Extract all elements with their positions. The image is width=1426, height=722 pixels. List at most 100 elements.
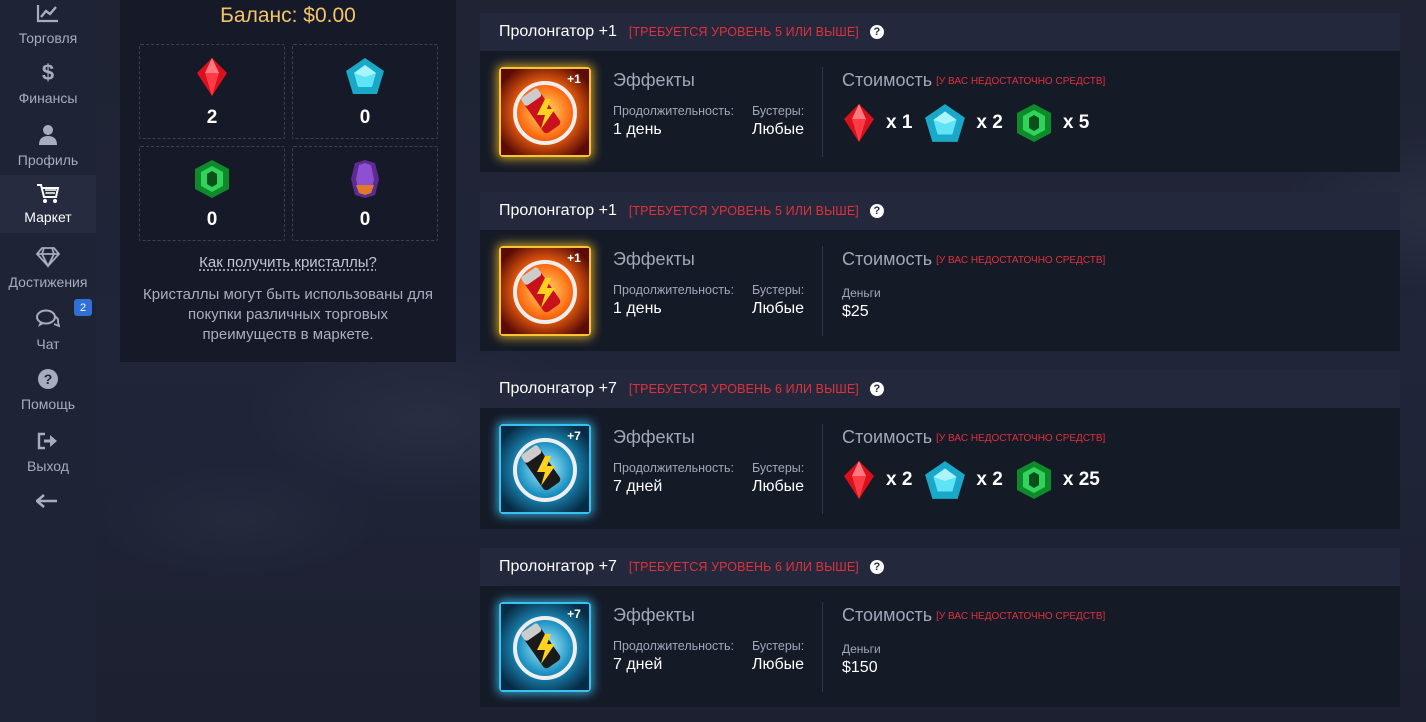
red-crystal-icon: [195, 57, 229, 102]
price-blue: x 2: [976, 112, 1003, 133]
market-item-body: +1 Эффекты Продолжительность: 1 день Бус…: [480, 51, 1400, 172]
cost-label: Стоимость [У ВАС НЕДОСТАТОЧНО СРЕДСТВ]: [842, 427, 1105, 448]
insufficient-funds-warning: [У ВАС НЕДОСТАТОЧНО СРЕДСТВ]: [936, 611, 1106, 622]
nav-label: Торговля: [18, 30, 78, 46]
chart-icon: [36, 0, 60, 28]
market-item-body: +1 Эффекты Продолжительность: 1 день Бус…: [480, 230, 1400, 351]
prolongator-plus-7-image: +7: [499, 602, 591, 692]
item-title: Пролонгатор +1: [499, 23, 617, 40]
crystal-tile-blue: 0: [292, 44, 438, 139]
cart-icon: [36, 181, 60, 207]
help-icon[interactable]: ?: [869, 560, 884, 574]
duration-value: 7 дней: [613, 656, 663, 673]
help-icon[interactable]: ?: [869, 382, 884, 396]
cost-text: Стоимость: [842, 70, 933, 90]
item-title: Пролонгатор +7: [499, 558, 617, 575]
help-icon[interactable]: ?: [869, 25, 884, 39]
boosters-value: Любые: [752, 121, 805, 138]
effects-label: Эффекты: [613, 605, 695, 625]
market-item-header: Пролонгатор +7 [ТРЕБУЕТСЯ УРОВЕНЬ 6 ИЛИ …: [480, 370, 1400, 408]
price-green: x 5: [1062, 112, 1090, 133]
money-price[interactable]: $150: [842, 659, 878, 677]
boosters-label: Бустеры:: [752, 283, 805, 297]
item-title: Пролонгатор +7: [499, 380, 617, 397]
item-badge: +7: [567, 607, 581, 621]
boosters-label: Бустеры:: [752, 461, 805, 475]
effects-label: Эффекты: [613, 70, 695, 90]
insufficient-funds-warning: [У ВАС НЕДОСТАТОЧНО СРЕДСТВ]: [936, 255, 1106, 266]
diamond-icon: [35, 242, 61, 272]
market-item-header: Пролонгатор +1 [ТРЕБУЕТСЯ УРОВЕНЬ 5 ИЛИ …: [480, 192, 1400, 230]
market-item-body: +7 Эффекты Продолжительность: 7 дней Бус…: [480, 408, 1400, 529]
insufficient-funds-warning: [У ВАС НЕДОСТАТОЧНО СРЕДСТВ]: [936, 433, 1106, 444]
prolongator-plus-7-image: +7: [499, 424, 591, 514]
nav-label: Профиль: [17, 152, 79, 168]
price-red: x 1: [886, 112, 913, 133]
price-red: x 2: [886, 469, 913, 490]
green-crystal-icon: [193, 159, 231, 204]
insufficient-funds-warning: [У ВАС НЕДОСТАТОЧНО СРЕДСТВ]: [936, 76, 1106, 87]
duration-label: Продолжительность:: [613, 639, 734, 653]
help-icon: ?: [37, 364, 59, 394]
cost-label: Стоимость [У ВАС НЕДОСТАТОЧНО СРЕДСТВ]: [842, 249, 1105, 270]
duration-value: 1 день: [613, 121, 662, 138]
crystals-description: Кристаллы могут быть использованы для по…: [143, 286, 433, 343]
crystal-price[interactable]: x 2 x 2 x 25: [842, 460, 1112, 500]
red-crystal-icon: [844, 461, 874, 499]
market-item-header: Пролонгатор +7 [ТРЕБУЕТСЯ УРОВЕНЬ 6 ИЛИ …: [480, 548, 1400, 586]
nav-item-achievements[interactable]: Достижения: [0, 242, 96, 302]
green-crystal-icon: [1016, 104, 1051, 142]
crystal-tile-purple: 0: [292, 146, 438, 241]
nav-item-profile[interactable]: Профиль: [0, 120, 96, 180]
cost-label: Стоимость [У ВАС НЕДОСТАТОЧНО СРЕДСТВ]: [842, 605, 1105, 626]
nav-item-logout[interactable]: Выход: [0, 426, 96, 486]
money-label: Деньги: [842, 642, 881, 656]
nav-item-market[interactable]: Маркет: [0, 175, 96, 233]
crystal-tile-red: 2: [139, 44, 285, 139]
how-to-get-crystals-link[interactable]: Как получить кристаллы?: [120, 254, 456, 271]
market-item: Пролонгатор +1 [ТРЕБУЕТСЯ УРОВЕНЬ 5 ИЛИ …: [480, 192, 1400, 351]
red-crystal-icon: [844, 104, 874, 142]
boosters-label: Бустеры:: [752, 639, 805, 653]
nav-item-finance[interactable]: $ Финансы: [0, 58, 96, 118]
divider: [822, 602, 823, 692]
sidebar: Торговля $ Финансы Профиль Маркет Достиж…: [0, 0, 96, 722]
crystal-count: 0: [359, 107, 371, 128]
green-crystal-icon: [1016, 461, 1051, 499]
blue-crystal-icon: [925, 461, 966, 499]
money-label: Деньги: [842, 286, 881, 300]
nav-item-trading[interactable]: Торговля: [0, 0, 96, 58]
duration-label: Продолжительность:: [613, 461, 734, 475]
effects-label: Эффекты: [613, 427, 695, 447]
duration-value: 1 день: [613, 300, 662, 317]
market-item-header: Пролонгатор +1 [ТРЕБУЕТСЯ УРОВЕНЬ 5 ИЛИ …: [480, 13, 1400, 51]
chat-icon: [36, 304, 60, 334]
blue-crystal-icon: [925, 104, 966, 142]
user-icon: [38, 120, 58, 150]
market-item: Пролонгатор +1 [ТРЕБУЕТСЯ УРОВЕНЬ 5 ИЛИ …: [480, 13, 1400, 172]
collapse-arrow-icon[interactable]: [35, 494, 58, 513]
item-title: Пролонгатор +1: [499, 202, 617, 219]
boosters-label: Бустеры:: [752, 104, 805, 118]
cost-text: Стоимость: [842, 427, 933, 447]
crystal-count: 0: [359, 209, 371, 230]
purple-crystal-icon: [349, 159, 381, 204]
prolongator-plus-1-image: +1: [499, 246, 591, 336]
boosters-value: Любые: [752, 300, 805, 317]
market-item-body: +7 Эффекты Продолжительность: 7 дней Бус…: [480, 586, 1400, 707]
cost-text: Стоимость: [842, 249, 933, 269]
nav-label: Помощь: [20, 396, 76, 412]
help-icon[interactable]: ?: [869, 204, 884, 218]
duration-label: Продолжительность:: [613, 283, 734, 297]
nav-label: Достижения: [8, 274, 88, 290]
nav-item-help[interactable]: ? Помощь: [0, 364, 96, 424]
crystal-price[interactable]: x 1 x 2 x 5: [842, 103, 1101, 143]
level-requirement: [ТРЕБУЕТСЯ УРОВЕНЬ 5 ИЛИ ВЫШЕ]: [628, 204, 859, 218]
duration-value: 7 дней: [613, 478, 663, 495]
item-badge: +1: [567, 251, 581, 265]
cost-label: Стоимость [У ВАС НЕДОСТАТОЧНО СРЕДСТВ]: [842, 70, 1105, 91]
item-badge: +1: [567, 72, 581, 86]
money-price[interactable]: $25: [842, 303, 869, 321]
logout-icon: [36, 426, 60, 456]
crystal-count: 0: [206, 209, 218, 230]
